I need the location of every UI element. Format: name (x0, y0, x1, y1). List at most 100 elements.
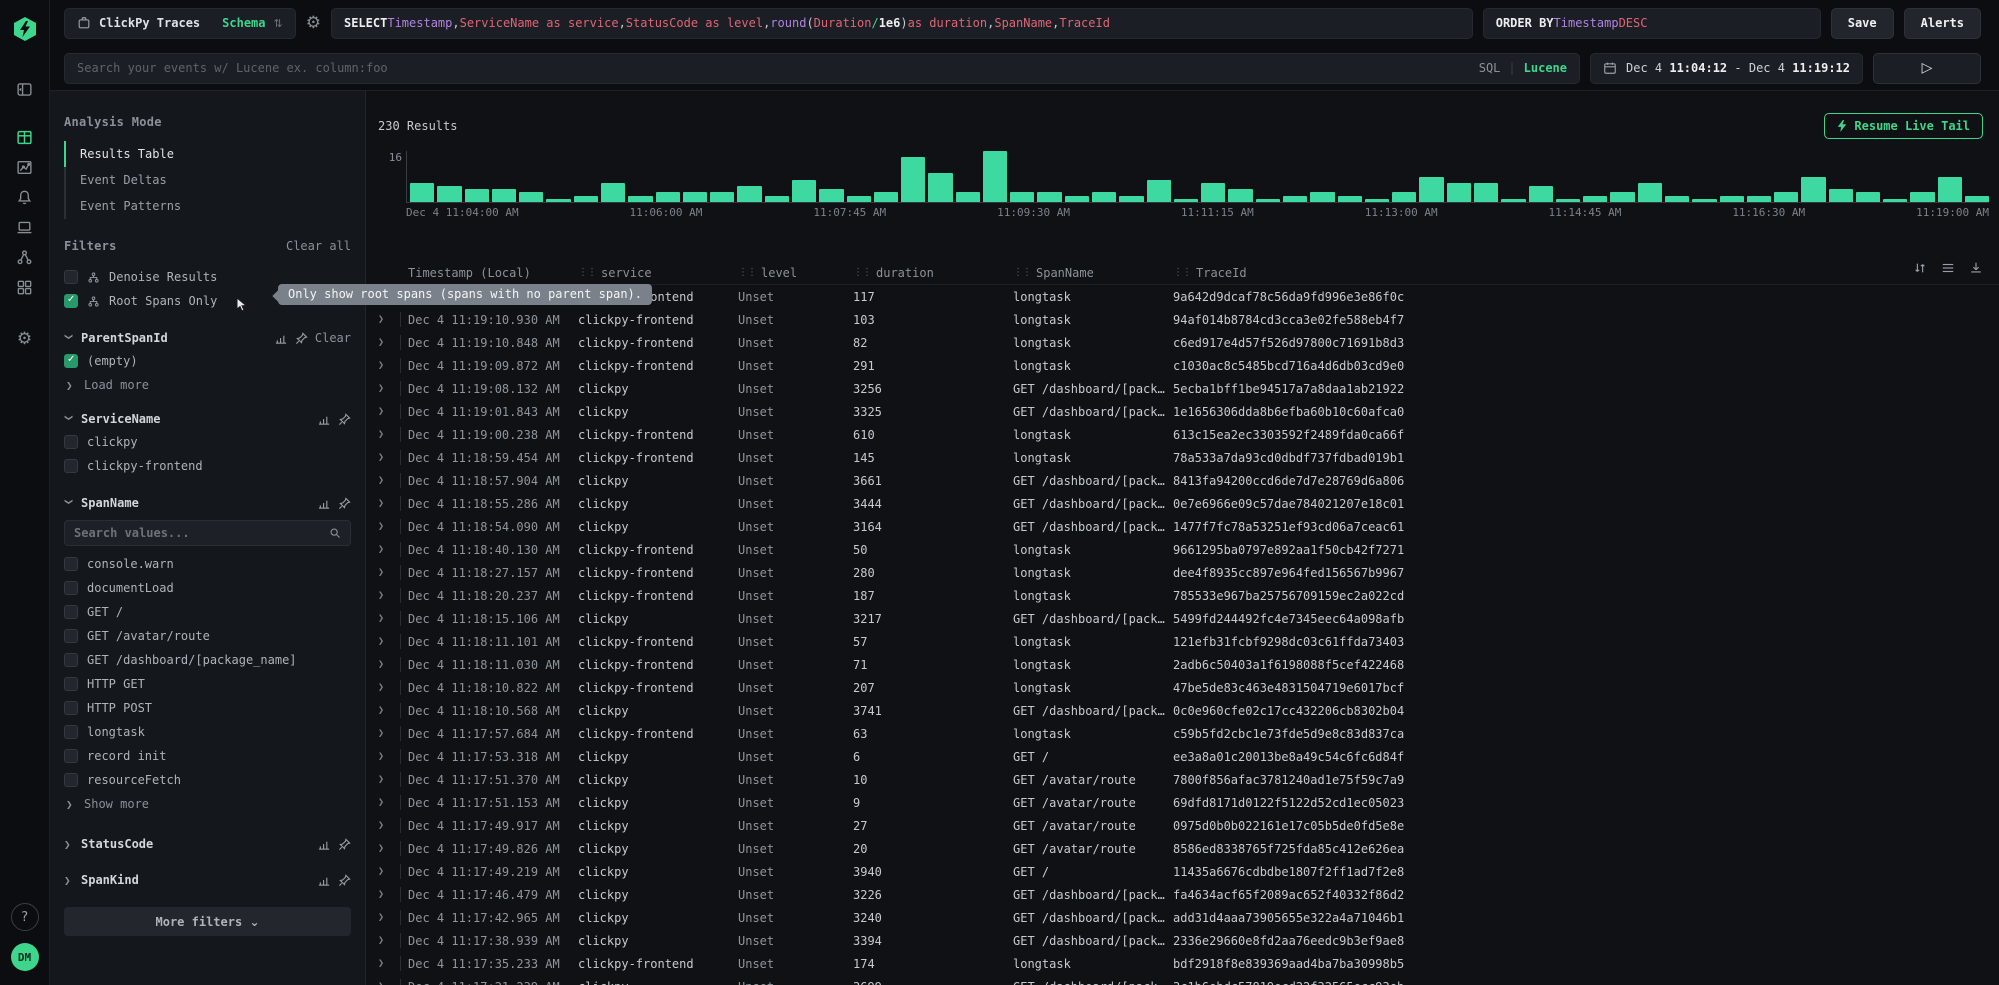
row-expand-chevron-icon[interactable]: ❯ (378, 429, 400, 440)
order-by-editor[interactable]: ORDER BY Timestamp DESC (1483, 8, 1821, 39)
filter-section-header[interactable]: ❯ SpanName (64, 492, 351, 514)
nav-chart-explorer-icon[interactable] (10, 152, 40, 182)
nav-alerts-bell-icon[interactable] (10, 182, 40, 212)
table-row[interactable]: ❯ Dec 4 11:17:38.939 AM clickpy Unset 33… (378, 929, 1999, 952)
drag-handle-icon[interactable]: ⋮⋮ (1173, 267, 1191, 278)
table-row[interactable]: ❯ Dec 4 11:18:15.106 AM clickpy Unset 32… (378, 607, 1999, 630)
filter-value-row[interactable]: clickpy (64, 430, 351, 454)
lucene-mode-option[interactable]: Lucene (1524, 61, 1567, 75)
analysis-mode-item[interactable]: Event Patterns (64, 193, 351, 219)
chart-values-icon[interactable] (318, 413, 331, 426)
chevron-right-icon[interactable]: ❯ (64, 874, 74, 887)
drag-handle-icon[interactable]: ⋮⋮ (738, 267, 756, 278)
row-expand-chevron-icon[interactable]: ❯ (378, 820, 400, 831)
pin-icon[interactable] (338, 497, 351, 510)
help-button[interactable]: ? (11, 903, 39, 931)
column-header-level[interactable]: ⋮⋮level (738, 266, 853, 280)
analysis-mode-item[interactable]: Results Table (64, 141, 351, 167)
table-row[interactable]: ❯ Dec 4 11:18:40.130 AM clickpy-frontend… (378, 538, 1999, 561)
filter-value-row[interactable]: GET / (64, 600, 351, 624)
run-query-button[interactable]: ▷ (1873, 53, 1981, 84)
table-row[interactable]: ❯ Dec 4 11:19:00.238 AM clickpy-frontend… (378, 423, 1999, 446)
row-expand-chevron-icon[interactable]: ❯ (378, 889, 400, 900)
filter-value-row[interactable]: (empty) (64, 349, 351, 373)
table-row[interactable]: ❯ Dec 4 11:17:53.318 AM clickpy Unset 6 … (378, 745, 1999, 768)
row-expand-chevron-icon[interactable]: ❯ (378, 705, 400, 716)
table-row[interactable]: ❯ Dec 4 11:18:54.090 AM clickpy Unset 31… (378, 515, 1999, 538)
table-row[interactable]: ❯ Dec 4 11:18:27.157 AM clickpy-frontend… (378, 561, 1999, 584)
row-expand-chevron-icon[interactable]: ❯ (378, 728, 400, 739)
row-expand-chevron-icon[interactable]: ❯ (378, 912, 400, 923)
table-row[interactable]: ❯ Dec 4 11:18:20.237 AM clickpy-frontend… (378, 584, 1999, 607)
search-input[interactable] (77, 61, 1469, 75)
table-row[interactable]: ❯ Dec 4 11:17:42.965 AM clickpy Unset 32… (378, 906, 1999, 929)
row-expand-chevron-icon[interactable]: ❯ (378, 613, 400, 624)
checkbox[interactable] (64, 581, 78, 595)
filter-value-row[interactable]: GET /avatar/route (64, 624, 351, 648)
histogram-bars[interactable] (406, 151, 1989, 203)
table-row[interactable]: ❯ Dec 4 11:19:10.930 AM clickpy-frontend… (378, 308, 1999, 331)
table-row[interactable]: ❯ Dec 4 11:17:49.219 AM clickpy Unset 39… (378, 860, 1999, 883)
chevron-down-icon[interactable]: ❯ (63, 498, 76, 508)
checkbox[interactable] (64, 605, 78, 619)
nav-sessions-icon[interactable] (10, 212, 40, 242)
resume-live-tail-button[interactable]: Resume Live Tail (1824, 113, 1983, 139)
nav-service-map-icon[interactable] (10, 242, 40, 272)
sql-select-editor[interactable]: SELECT Timestamp, ServiceName as service… (331, 8, 1473, 39)
drag-handle-icon[interactable]: ⋮⋮ (578, 267, 596, 278)
filter-value-row[interactable]: GET /dashboard/[package_name] (64, 648, 351, 672)
chart-values-icon[interactable] (318, 838, 331, 851)
row-expand-chevron-icon[interactable]: ❯ (378, 452, 400, 463)
row-expand-chevron-icon[interactable]: ❯ (378, 843, 400, 854)
clear-section-link[interactable]: Clear (315, 331, 351, 345)
table-row[interactable]: ❯ Dec 4 11:18:10.568 AM clickpy Unset 37… (378, 699, 1999, 722)
show-more-link[interactable]: ❯ Show more (64, 792, 351, 813)
row-expand-chevron-icon[interactable]: ❯ (378, 360, 400, 371)
column-header-traceid[interactable]: ⋮⋮TraceId (1173, 266, 1999, 280)
checkbox[interactable] (64, 270, 78, 284)
row-expand-chevron-icon[interactable]: ❯ (378, 314, 400, 325)
chart-values-icon[interactable] (318, 497, 331, 510)
row-expand-chevron-icon[interactable]: ❯ (378, 544, 400, 555)
filter-value-row[interactable]: clickpy-frontend (64, 454, 351, 478)
row-expand-chevron-icon[interactable]: ❯ (378, 567, 400, 578)
table-row[interactable]: ❯ Dec 4 11:17:46.479 AM clickpy Unset 32… (378, 883, 1999, 906)
drag-handle-icon[interactable]: ⋮⋮ (853, 267, 871, 278)
table-row[interactable]: ❯ Dec 4 11:18:11.101 AM clickpy-frontend… (378, 630, 1999, 653)
source-selector[interactable]: ClickPy Traces Schema ⇅ (64, 8, 296, 39)
table-row[interactable]: ❯ Dec 4 11:17:51.370 AM clickpy Unset 10… (378, 768, 1999, 791)
filter-value-row[interactable]: resourceFetch (64, 768, 351, 792)
pin-icon[interactable] (295, 332, 308, 345)
drag-handle-icon[interactable]: ⋮⋮ (1013, 267, 1031, 278)
results-histogram[interactable]: 16 Dec 4 11:04:00 AM11:06:00 AM11:07:45 … (366, 151, 1999, 219)
checkbox[interactable] (64, 653, 78, 667)
filter-value-row[interactable]: HTTP POST (64, 696, 351, 720)
filter-search-input[interactable] (74, 526, 323, 540)
filter-value-row[interactable]: record init (64, 744, 351, 768)
table-row[interactable]: ❯ Dec 4 11:19:01.843 AM clickpy Unset 33… (378, 400, 1999, 423)
pin-icon[interactable] (338, 874, 351, 887)
chevron-right-icon[interactable]: ❯ (64, 838, 74, 851)
chart-values-icon[interactable] (318, 874, 331, 887)
checkbox[interactable] (64, 773, 78, 787)
row-expand-chevron-icon[interactable]: ❯ (378, 337, 400, 348)
table-row[interactable]: ❯ Dec 4 11:18:55.286 AM clickpy Unset 34… (378, 492, 1999, 515)
checkbox[interactable] (64, 435, 78, 449)
row-expand-chevron-icon[interactable]: ❯ (378, 682, 400, 693)
chart-values-icon[interactable] (275, 332, 288, 345)
chevron-down-icon[interactable]: ❯ (63, 414, 76, 424)
filter-value-row[interactable]: HTTP GET (64, 672, 351, 696)
column-header-spanname[interactable]: ⋮⋮SpanName (1013, 266, 1173, 280)
column-header-timestamp[interactable]: Timestamp (Local) (408, 266, 578, 280)
save-button[interactable]: Save (1831, 8, 1894, 39)
filter-value-row[interactable]: longtask (64, 720, 351, 744)
nav-settings-gear-icon[interactable]: ⚙ (10, 324, 40, 354)
sidebar-toggle-icon[interactable] (10, 74, 40, 104)
row-expand-chevron-icon[interactable]: ❯ (378, 958, 400, 969)
filter-section-header[interactable]: ❯ SpanKind (64, 869, 351, 891)
sql-mode-option[interactable]: SQL (1479, 61, 1501, 75)
table-row[interactable]: ❯ Dec 4 11:17:21.239 AM clickpy Unset 36… (378, 975, 1999, 985)
checkbox[interactable] (64, 459, 78, 473)
analysis-mode-item[interactable]: Event Deltas (64, 167, 351, 193)
row-expand-chevron-icon[interactable]: ❯ (378, 774, 400, 785)
